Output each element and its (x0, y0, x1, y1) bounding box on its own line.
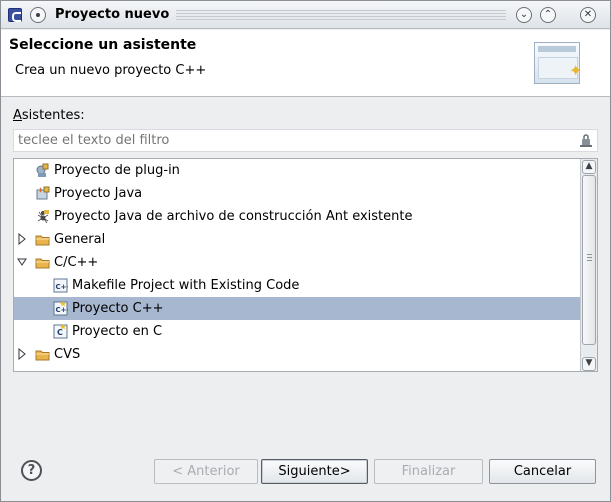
tree-item-label: General (54, 232, 106, 247)
tree-item[interactable]: C++Makefile Project with Existing Code (14, 274, 580, 297)
wizards-label: Asistentes: (13, 108, 85, 123)
window-menu-button[interactable] (30, 7, 46, 23)
cpp-file-icon: C++ (53, 278, 68, 293)
collapsed-arrow-icon[interactable] (17, 233, 27, 245)
header-description: Crea un nuevo proyecto C++ (15, 63, 207, 78)
svg-text:C++: C++ (56, 306, 69, 314)
window-title: Proyecto nuevo (55, 7, 170, 22)
next-button[interactable]: Siguiente> (261, 459, 368, 484)
sparkle-icon: ✦ (569, 61, 583, 80)
help-button[interactable]: ? (21, 460, 42, 481)
wizards-label-mnemonic: A (13, 108, 22, 123)
clear-filter-icon[interactable] (580, 133, 592, 147)
tree-item[interactable]: C++Proyecto C++ (14, 297, 580, 320)
cpp-project-icon: C++ (53, 301, 68, 316)
tree-item-label: Proyecto C++ (72, 301, 164, 316)
title-bar-texture (176, 10, 506, 20)
tree-item[interactable]: C Proyecto en C (14, 320, 580, 343)
close-button[interactable]: ✕ (580, 7, 596, 23)
tree-item-label: Proyecto de plug-in (54, 163, 180, 178)
java-project-icon (36, 186, 50, 200)
svg-text:C: C (57, 328, 63, 337)
maximize-button[interactable]: ⌃ (540, 7, 556, 23)
wizard-header: Seleccione un asistente Crea un nuevo pr… (1, 30, 610, 97)
tree-item-label: CVS (54, 347, 81, 362)
scroll-grip (587, 254, 592, 262)
eclipse-app-icon (8, 8, 22, 22)
folder-icon (35, 258, 50, 269)
scroll-thumb[interactable] (582, 175, 596, 345)
cancel-button[interactable]: Cancelar (489, 459, 596, 484)
c-project-icon: C (53, 324, 68, 339)
tree-item-label: Proyecto Java (54, 186, 143, 201)
scroll-down-button[interactable]: ▼ (582, 357, 596, 371)
tree-item[interactable]: General (14, 228, 580, 251)
finish-button[interactable]: Finalizar (374, 459, 483, 484)
tree-item[interactable]: Proyecto Java de archivo de construcción… (14, 205, 580, 228)
tree-item[interactable]: CVS (14, 343, 580, 366)
back-button[interactable]: < Anterior (154, 459, 258, 484)
new-project-dialog: Proyecto nuevo ⌄ ⌃ ✕ Seleccione un asist… (0, 0, 611, 502)
plugin-project-icon (36, 163, 49, 177)
tree-item[interactable]: C/C++ (14, 251, 580, 274)
tree-item-label: C/C++ (54, 255, 99, 270)
tree-item[interactable]: Proyecto Java (14, 182, 580, 205)
wizards-label-text: sistentes: (21, 108, 85, 123)
scroll-up-button[interactable]: ▲ (582, 160, 596, 174)
wizards-tree[interactable]: Proyecto de plug-in Proyecto Java Proyecto… (13, 158, 598, 372)
minimize-button[interactable]: ⌄ (516, 7, 532, 23)
tree-item-label: Proyecto en C (72, 324, 163, 339)
tree-vertical-scrollbar[interactable]: ▲ ▼ (580, 159, 597, 371)
folder-icon (35, 235, 50, 246)
collapsed-arrow-icon[interactable] (17, 348, 27, 360)
header-title: Seleccione un asistente (9, 37, 197, 53)
folder-icon (35, 350, 50, 361)
tree-item[interactable]: Proyecto de plug-in (14, 159, 580, 182)
tree-item-label: Proyecto Java de archivo de construcción… (54, 209, 413, 224)
ant-project-icon (37, 210, 49, 224)
svg-text:C++: C++ (56, 283, 69, 291)
tree-item-label: Makefile Project with Existing Code (72, 278, 300, 293)
title-bar[interactable]: Proyecto nuevo ⌄ ⌃ ✕ (1, 1, 610, 29)
expanded-arrow-icon[interactable] (17, 256, 27, 268)
filter-input[interactable] (13, 129, 598, 152)
